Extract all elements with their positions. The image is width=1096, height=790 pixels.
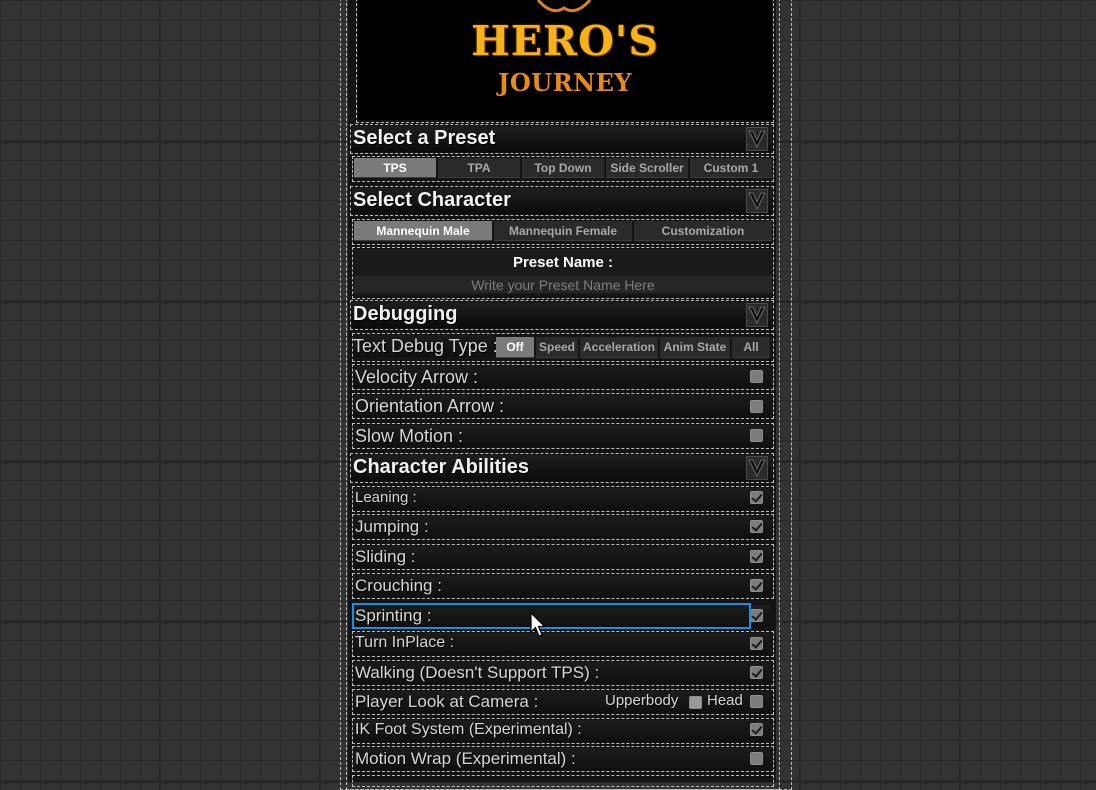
tab-customization[interactable]: Customization — [634, 221, 772, 241]
abilities-section-title: Character Abilities — [353, 456, 529, 478]
crouching-row: Crouching : — [354, 575, 770, 597]
crouching-label: Crouching : — [355, 576, 442, 595]
leaning-checkbox[interactable] — [750, 491, 763, 504]
orientation-arrow-label: Orientation Arrow : — [355, 396, 505, 416]
ik-foot-label: IK Foot System (Experimental) : — [355, 721, 582, 738]
debugging-section-title: Debugging — [353, 303, 458, 325]
ik-foot-checkbox[interactable] — [750, 723, 763, 736]
logo-subtitle: JOURNEY — [498, 68, 632, 97]
sliding-checkbox[interactable] — [750, 550, 763, 563]
slow-motion-row: Slow Motion : — [354, 425, 770, 447]
preset-section-header[interactable]: Select a Preset — [352, 126, 772, 152]
slow-motion-checkbox[interactable] — [750, 429, 763, 442]
upperbody-label: Upperbody — [605, 692, 679, 709]
chevron-down-icon[interactable] — [746, 456, 768, 480]
tab-custom-1[interactable]: Custom 1 — [690, 158, 772, 178]
preset-tabs: TPS TPA Top Down Side Scroller Custom 1 — [354, 158, 772, 178]
walking-label: Walking (Doesn't Support TPS) : — [355, 663, 600, 682]
look-at-camera-label: Player Look at Camera : — [355, 692, 539, 711]
sliding-row: Sliding : — [354, 546, 770, 568]
text-debug-row: Text Debug Type : — [352, 335, 498, 357]
debugging-section-header[interactable]: Debugging — [352, 302, 772, 328]
leaning-row: Leaning : — [354, 488, 770, 510]
jumping-label: Jumping : — [355, 517, 429, 536]
abilities-section-header[interactable]: Character Abilities — [352, 455, 772, 481]
preset-name-label: Preset Name : — [512, 254, 614, 271]
walking-row: Walking (Doesn't Support TPS) : — [354, 662, 770, 684]
orientation-arrow-checkbox[interactable] — [750, 400, 763, 413]
mouse-cursor-icon — [530, 612, 546, 637]
character-tabs: Mannequin Male Mannequin Female Customiz… — [354, 221, 772, 241]
hero-journey-logo: HERO'S JOURNEY — [358, 0, 772, 120]
crouching-checkbox[interactable] — [750, 579, 763, 592]
preset-name-box: Preset Name : — [354, 249, 772, 295]
tab-side-scroller[interactable]: Side Scroller — [606, 158, 688, 178]
tab-mannequin-female[interactable]: Mannequin Female — [494, 221, 632, 241]
walking-checkbox[interactable] — [750, 666, 763, 679]
sprinting-checkbox[interactable] — [750, 609, 763, 622]
text-debug-label: Text Debug Type : — [353, 336, 498, 356]
motion-wrap-row: Motion Wrap (Experimental) : — [354, 748, 770, 770]
debug-option-all[interactable]: All — [732, 337, 770, 358]
text-debug-options: Off Speed Acceleration Anim State All — [496, 337, 772, 358]
debug-option-acceleration[interactable]: Acceleration — [580, 337, 658, 358]
leaning-label: Leaning : — [355, 489, 417, 506]
look-at-camera-checkbox[interactable] — [750, 695, 763, 708]
velocity-arrow-row: Velocity Arrow : — [354, 366, 770, 388]
tab-mannequin-male[interactable]: Mannequin Male — [354, 221, 492, 241]
velocity-arrow-checkbox[interactable] — [750, 370, 763, 383]
logo-ornament-icon — [536, 0, 592, 13]
preset-section-title: Select a Preset — [353, 127, 496, 149]
debug-option-anim-state[interactable]: Anim State — [660, 337, 730, 358]
chevron-down-icon[interactable] — [746, 127, 768, 151]
tab-tpa[interactable]: TPA — [438, 158, 520, 178]
jumping-checkbox[interactable] — [750, 520, 763, 533]
turn-inplace-label: Turn InPlace : — [355, 634, 455, 651]
character-section-header[interactable]: Select Character — [352, 188, 772, 214]
jumping-row: Jumping : — [354, 516, 770, 538]
velocity-arrow-label: Velocity Arrow : — [355, 367, 479, 387]
debug-option-speed[interactable]: Speed — [536, 337, 578, 358]
turn-inplace-row: Turn InPlace : — [354, 633, 770, 655]
slow-motion-label: Slow Motion : — [355, 426, 464, 446]
logo-title: HERO'S — [471, 17, 659, 65]
motion-wrap-checkbox[interactable] — [750, 752, 763, 765]
sliding-label: Sliding : — [355, 547, 416, 566]
upperbody-checkbox[interactable] — [689, 696, 702, 709]
tab-top-down[interactable]: Top Down — [522, 158, 604, 178]
ik-foot-row: IK Foot System (Experimental) : — [354, 720, 770, 742]
tab-tps[interactable]: TPS — [354, 158, 436, 178]
motion-wrap-label: Motion Wrap (Experimental) : — [355, 749, 576, 768]
turn-inplace-checkbox[interactable] — [750, 637, 763, 650]
preset-name-input[interactable] — [354, 276, 772, 293]
debug-option-off[interactable]: Off — [496, 337, 534, 358]
selected-widget-outline — [352, 603, 751, 629]
orientation-arrow-row: Orientation Arrow : — [354, 395, 770, 417]
chevron-down-icon[interactable] — [746, 303, 768, 327]
character-section-title: Select Character — [353, 189, 511, 211]
head-label: Head — [707, 692, 743, 709]
chevron-down-icon[interactable] — [746, 189, 768, 213]
